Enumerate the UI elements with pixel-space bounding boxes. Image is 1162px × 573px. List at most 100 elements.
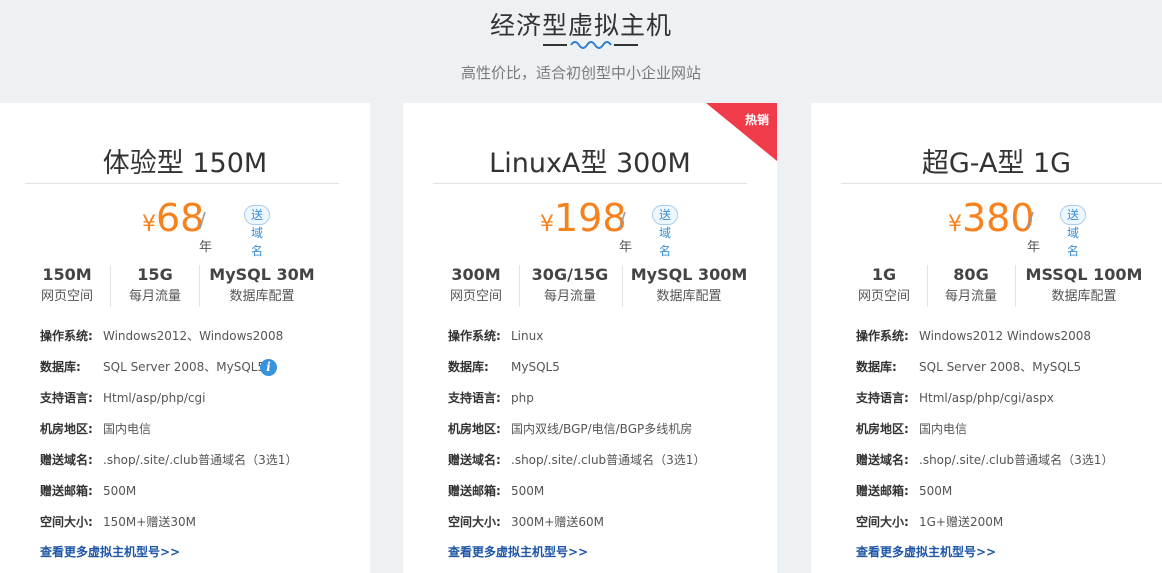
- plan-card-super-g-a[interactable]: 超G-A型 1G ¥ 380 /年 送域名 1G 网页空间 80G 每月流量 M…: [811, 103, 1162, 573]
- stat-space: 1G 网页空间: [841, 263, 927, 309]
- free-domain-badge: 送域名: [1060, 205, 1087, 258]
- stat-value: MSSQL 100M: [1025, 265, 1143, 284]
- stat-value: MySQL 300M: [630, 265, 748, 284]
- free-domain-badge: 送域名: [652, 205, 679, 258]
- stat-label: 数据库配置: [229, 289, 295, 304]
- stat-value: 1G: [871, 265, 897, 284]
- section-subtitle: 高性价比，适合初创型中小企业网站: [460, 64, 701, 82]
- stat-value: 80G: [953, 265, 989, 284]
- stat-label: 数据库配置: [1051, 289, 1117, 304]
- spec-key: 机房地区:: [40, 422, 93, 436]
- spec-value: 1G+赠送200M: [919, 515, 1004, 529]
- price-amount: 380: [962, 196, 1035, 240]
- spec-value: 国内电信: [919, 422, 968, 436]
- spec-value: Html/asp/php/cgi: [103, 391, 206, 405]
- unit-slash: /: [199, 208, 206, 232]
- spec-key: 赠送邮箱:: [448, 484, 501, 498]
- currency-symbol: ¥: [540, 212, 554, 237]
- spec-key: 空间大小:: [856, 515, 909, 529]
- price-amount: 68: [156, 196, 205, 240]
- spec-value: MySQL5: [511, 360, 560, 374]
- plan-stats: 1G 网页空间 80G 每月流量 MSSQL 100M 数据库配置: [841, 263, 1162, 313]
- spec-value: Windows2012、Windows2008: [103, 329, 284, 343]
- price-unit: /年: [199, 208, 212, 256]
- stat-label: 每月流量: [944, 289, 997, 304]
- unit-slash: /: [1027, 208, 1034, 232]
- price-unit: /年: [1027, 208, 1040, 256]
- spec-key: 支持语言:: [40, 391, 93, 405]
- spec-value: 国内双线/BGP/电信/BGP多线机房: [511, 422, 693, 436]
- price-amount: 198: [554, 196, 627, 240]
- stat-value: 300M: [451, 265, 501, 284]
- stat-value: MySQL 30M: [209, 265, 315, 284]
- currency-symbol: ¥: [142, 212, 156, 237]
- title-divider: [433, 183, 747, 184]
- spec-value: 500M: [103, 484, 137, 498]
- more-hosting-link[interactable]: 查看更多虚拟主机型号>>: [40, 543, 180, 560]
- stat-traffic: 80G 每月流量: [928, 263, 1014, 309]
- spec-value: 300M+赠送60M: [511, 515, 604, 529]
- stat-label: 每月流量: [543, 289, 596, 304]
- spec-key: 赠送邮箱:: [40, 484, 93, 498]
- stat-label: 网页空间: [449, 289, 502, 304]
- spec-value: 150M+赠送30M: [103, 515, 196, 529]
- plan-stats: 300M 网页空间 30G/15G 每月流量 MySQL 300M 数据库配置: [433, 263, 777, 313]
- spec-value: Windows2012 Windows2008: [919, 329, 1092, 343]
- spec-value: SQL Server 2008、MySQL5: [103, 360, 266, 374]
- spec-database: 数据库: SQL Server 2008、MySQL5 i: [40, 357, 300, 377]
- spec-key: 赠送邮箱:: [856, 484, 909, 498]
- section-title: 经济型虚拟主机: [489, 11, 672, 40]
- unit-year: 年: [199, 240, 213, 255]
- spec-key: 数据库:: [40, 360, 81, 374]
- info-icon[interactable]: i: [260, 359, 277, 376]
- spec-key: 操作系统:: [856, 329, 909, 343]
- currency-symbol: ¥: [948, 212, 962, 237]
- stat-value: 150M: [42, 265, 92, 284]
- spec-key: 支持语言:: [856, 391, 909, 405]
- stat-label: 每月流量: [128, 289, 181, 304]
- stat-database: MySQL 30M 数据库配置: [200, 263, 324, 309]
- spec-key: 机房地区:: [448, 422, 501, 436]
- spec-value: SQL Server 2008、MySQL5: [919, 360, 1082, 374]
- wave-divider-icon: [543, 41, 638, 49]
- spec-key: 赠送域名:: [448, 453, 501, 467]
- stat-label: 网页空间: [857, 289, 910, 304]
- unit-year: 年: [619, 240, 633, 255]
- more-hosting-link[interactable]: 查看更多虚拟主机型号>>: [448, 543, 588, 560]
- plan-stats: 150M 网页空间 15G 每月流量 MySQL 30M 数据库配置: [24, 263, 370, 313]
- spec-key: 数据库:: [856, 360, 897, 374]
- plan-title: LinuxA型 300M: [489, 148, 691, 179]
- stat-label: 数据库配置: [656, 289, 722, 304]
- spec-key: 赠送域名:: [856, 453, 909, 467]
- spec-value: Html/asp/php/cgi/aspx: [919, 391, 1054, 405]
- spec-key: 操作系统:: [448, 329, 501, 343]
- spec-key: 支持语言:: [448, 391, 501, 405]
- title-divider: [25, 183, 339, 184]
- spec-value: php: [511, 391, 534, 405]
- hot-label: 热销: [744, 113, 769, 127]
- plan-title: 体验型 150M: [102, 148, 268, 179]
- spec-value: .shop/.site/.club普通域名（3选1）: [103, 453, 298, 467]
- stat-traffic: 30G/15G 每月流量: [520, 263, 620, 309]
- spec-value: 500M: [919, 484, 953, 498]
- spec-value: 500M: [511, 484, 545, 498]
- stat-label: 网页空间: [40, 289, 93, 304]
- plan-card-linux-a[interactable]: 热销 LinuxA型 300M ¥ 198 / 年 送域名 300M 网页空间 3…: [403, 103, 777, 573]
- spec-value: .shop/.site/.club普通域名（3选1）: [511, 453, 706, 467]
- spec-key: 机房地区:: [856, 422, 909, 436]
- free-domain-badge: 送域名: [244, 205, 271, 258]
- spec-key: 数据库:: [448, 360, 489, 374]
- spec-key: 空间大小:: [40, 515, 93, 529]
- stat-database: MSSQL 100M 数据库配置: [1016, 263, 1152, 309]
- section-header: 经济型虚拟主机 高性价比，适合初创型中小企业网站: [0, 0, 1162, 103]
- spec-value: .shop/.site/.club普通域名（3选1）: [919, 453, 1114, 467]
- stat-space: 300M 网页空间: [433, 263, 519, 309]
- more-hosting-link[interactable]: 查看更多虚拟主机型号>>: [856, 543, 996, 560]
- spec-key: 操作系统:: [40, 329, 93, 343]
- stat-database: MySQL 300M 数据库配置: [623, 263, 755, 309]
- stat-traffic: 15G 每月流量: [111, 263, 199, 309]
- unit-slash: /: [619, 208, 626, 232]
- plan-title: 超G-A型 1G: [921, 148, 1072, 179]
- title-divider: [841, 183, 1162, 184]
- plan-card-trial[interactable]: 体验型 150M ¥ 68 /年 送域名 150M 网页空间 15G 每月流量 …: [0, 103, 370, 573]
